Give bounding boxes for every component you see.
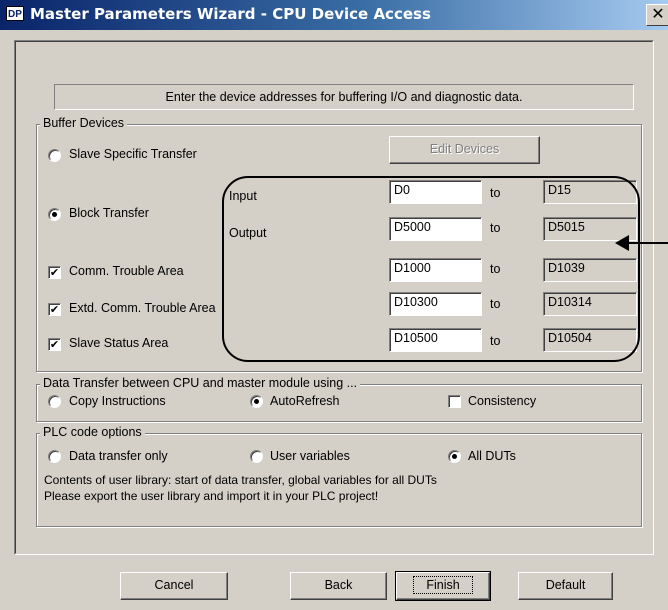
user-variables-label[interactable]: User variables bbox=[270, 449, 350, 463]
comm-trouble-label[interactable]: Comm. Trouble Area bbox=[69, 264, 184, 278]
plc-code-description-line2: Please export the user library and impor… bbox=[44, 489, 379, 503]
finish-button[interactable]: Finish bbox=[395, 571, 491, 601]
plc-code-description-line1: Contents of user library: start of data … bbox=[44, 473, 437, 487]
data-transfer-only-label[interactable]: Data transfer only bbox=[69, 449, 168, 463]
info-message: Enter the device addresses for buffering… bbox=[54, 84, 634, 110]
slave-status-checkbox[interactable]: ✔ bbox=[48, 338, 61, 351]
extd-comm-trouble-checkbox[interactable]: ✔ bbox=[48, 303, 61, 316]
slave-specific-transfer-label[interactable]: Slave Specific Transfer bbox=[69, 147, 197, 161]
data-transfer-label: Data Transfer between CPU and master mod… bbox=[40, 376, 361, 390]
plc-code-label: PLC code options bbox=[40, 425, 145, 439]
wizard-window: DP Master Parameters Wizard - CPU Device… bbox=[0, 0, 668, 610]
auto-refresh-label[interactable]: AutoRefresh bbox=[270, 394, 339, 408]
default-button[interactable]: Default bbox=[518, 572, 613, 600]
data-transfer-only-radio[interactable] bbox=[48, 450, 61, 463]
auto-refresh-radio[interactable] bbox=[250, 395, 263, 408]
consistency-checkbox[interactable] bbox=[448, 395, 461, 408]
buffer-devices-label: Buffer Devices bbox=[40, 116, 128, 130]
copy-instructions-label[interactable]: Copy Instructions bbox=[69, 394, 166, 408]
title-bar[interactable]: DP Master Parameters Wizard - CPU Device… bbox=[0, 0, 668, 30]
extd-comm-trouble-label[interactable]: Extd. Comm. Trouble Area bbox=[69, 301, 216, 315]
highlight-callout bbox=[222, 176, 640, 362]
slave-status-label[interactable]: Slave Status Area bbox=[69, 336, 168, 350]
edit-devices-button[interactable]: Edit Devices bbox=[389, 136, 540, 164]
block-transfer-radio[interactable] bbox=[48, 208, 61, 221]
callout-arrow-line bbox=[628, 242, 668, 244]
comm-trouble-checkbox[interactable]: ✔ bbox=[48, 266, 61, 279]
window-title: Master Parameters Wizard - CPU Device Ac… bbox=[30, 5, 431, 23]
all-duts-label[interactable]: All DUTs bbox=[468, 449, 516, 463]
block-transfer-label[interactable]: Block Transfer bbox=[69, 206, 149, 220]
slave-specific-transfer-radio[interactable] bbox=[48, 149, 61, 162]
finish-button-label: Finish bbox=[413, 576, 473, 594]
callout-arrow-head bbox=[615, 235, 629, 251]
consistency-label[interactable]: Consistency bbox=[468, 394, 536, 408]
copy-instructions-radio[interactable] bbox=[48, 395, 61, 408]
dp-app-icon: DP bbox=[6, 6, 24, 21]
all-duts-radio[interactable] bbox=[448, 450, 461, 463]
cancel-button[interactable]: Cancel bbox=[120, 572, 228, 600]
back-button[interactable]: Back bbox=[290, 572, 387, 600]
user-variables-radio[interactable] bbox=[250, 450, 263, 463]
close-button[interactable]: ✕ bbox=[646, 4, 668, 26]
